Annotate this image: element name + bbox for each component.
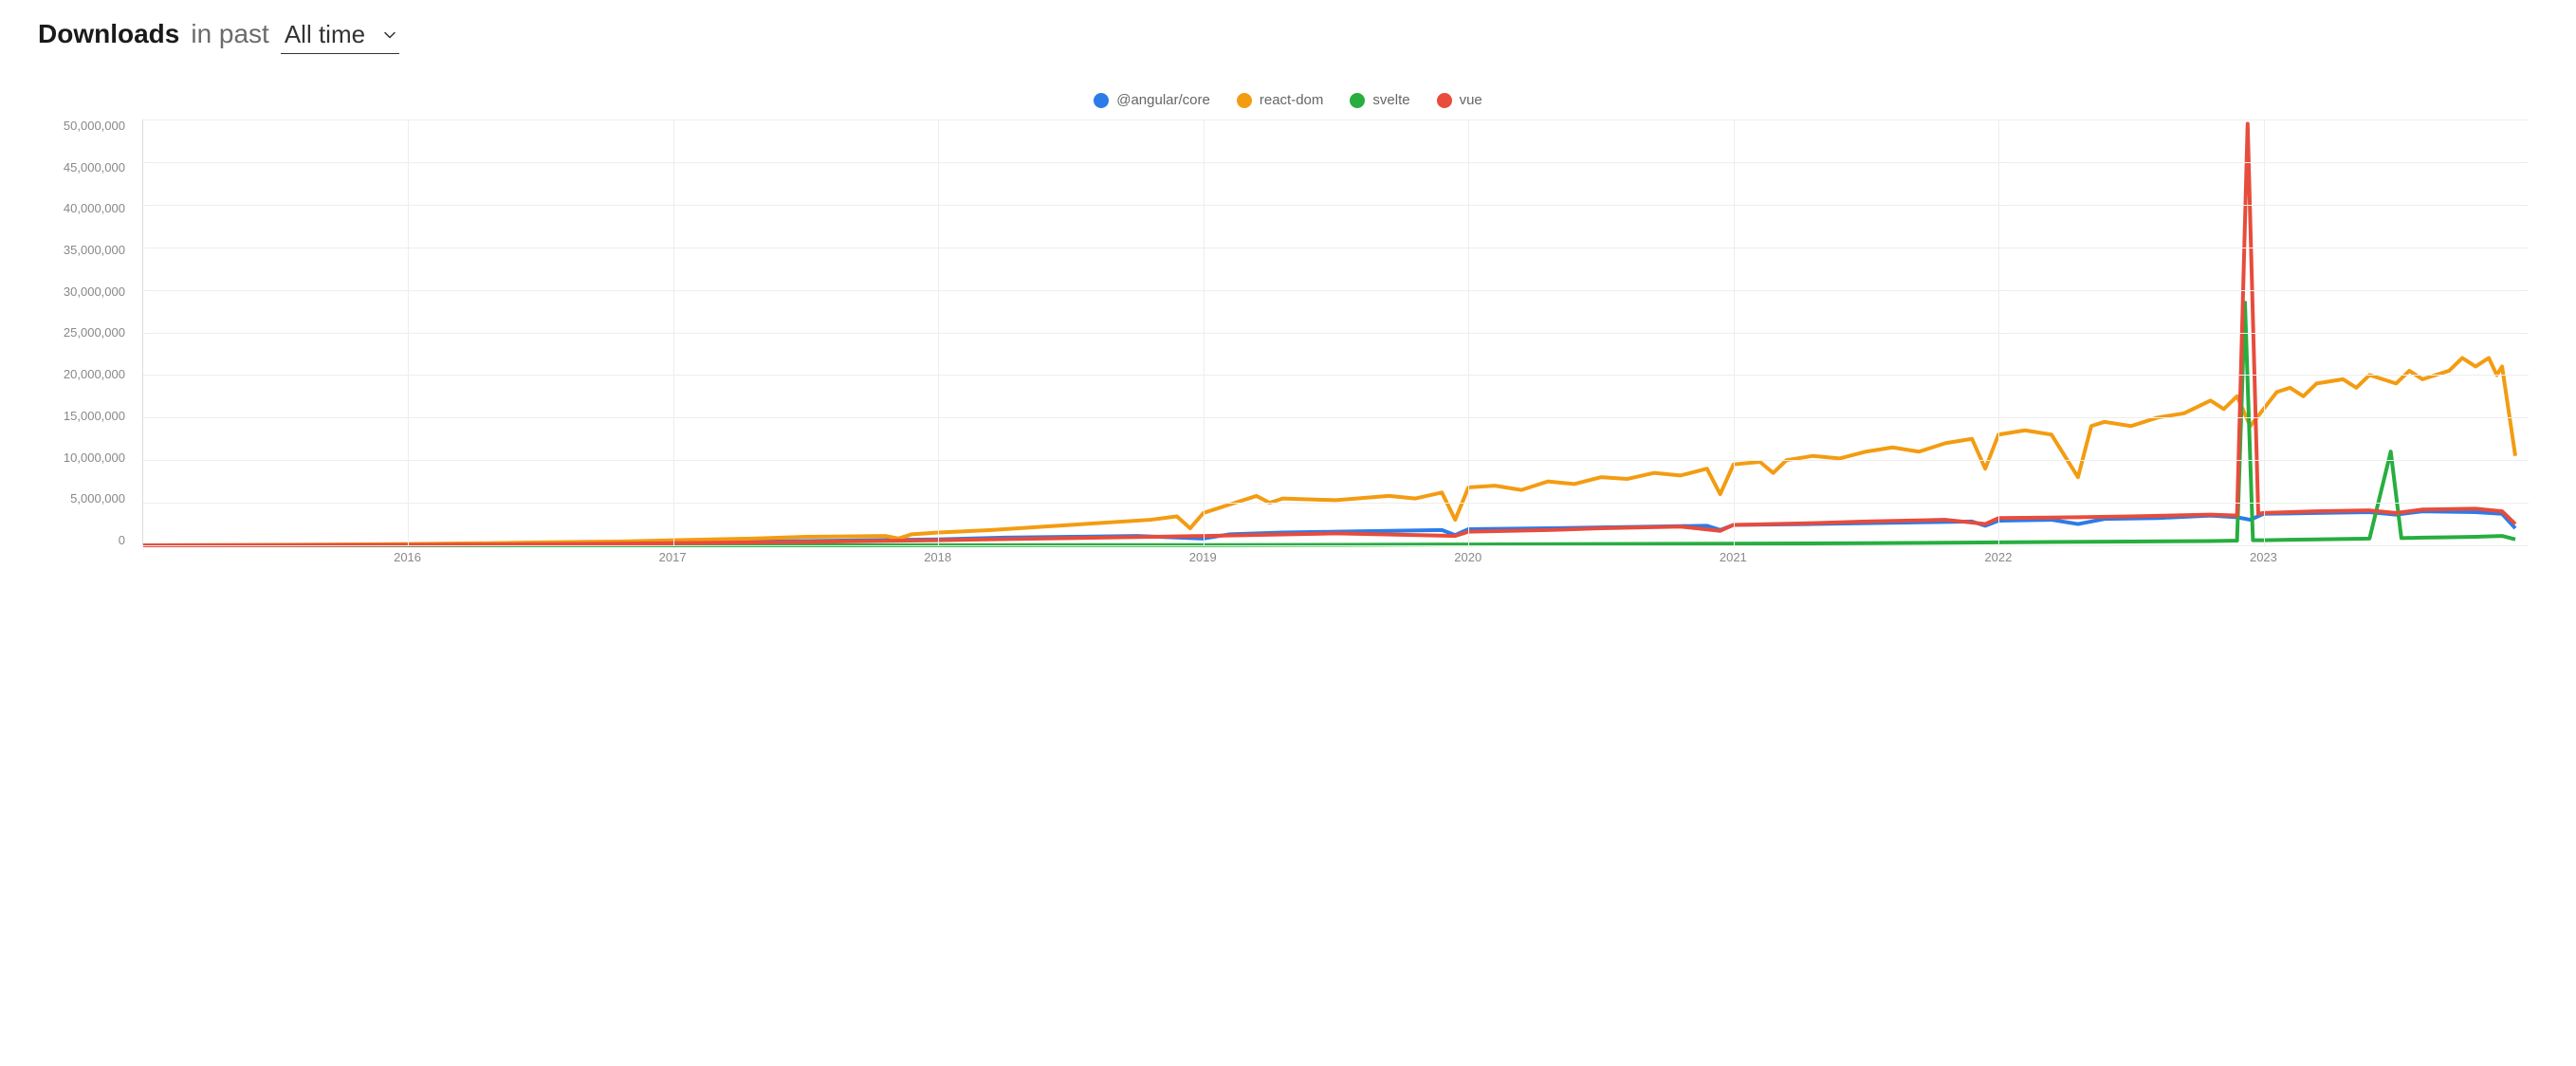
x-tick-label: 2017 <box>659 550 687 564</box>
gridline-horizontal <box>143 545 2529 546</box>
chevron-down-icon <box>384 31 396 39</box>
gridline-horizontal <box>143 290 2529 291</box>
chart-legend: @angular/core react-dom svelte vue <box>38 92 2538 108</box>
gridline-horizontal <box>143 119 2529 120</box>
gridline-horizontal <box>143 375 2529 376</box>
x-tick-label: 2022 <box>1984 550 2012 564</box>
legend-dot-icon <box>1237 93 1252 108</box>
dropdown-value: All time <box>285 20 365 49</box>
title-strong: Downloads <box>38 19 179 49</box>
x-tick-label: 2016 <box>394 550 421 564</box>
y-tick-label: 50,000,000 <box>64 119 125 132</box>
x-tick-label: 2021 <box>1720 550 1747 564</box>
legend-label: @angular/core <box>1116 92 1210 108</box>
legend-dot-icon <box>1437 93 1452 108</box>
legend-label: vue <box>1460 92 1482 108</box>
y-tick-label: 5,000,000 <box>70 492 125 505</box>
series-line-vue[interactable] <box>143 123 2515 545</box>
x-tick-label: 2019 <box>1189 550 1217 564</box>
x-tick-label: 2023 <box>2250 550 2277 564</box>
legend-item-angular[interactable]: @angular/core <box>1094 92 1210 108</box>
y-tick-label: 15,000,000 <box>64 410 125 422</box>
chart-header: Downloads in past All time <box>38 19 2538 54</box>
gridline-horizontal <box>143 333 2529 334</box>
legend-label: svelte <box>1372 92 1409 108</box>
gridline-horizontal <box>143 205 2529 206</box>
legend-item-vue[interactable]: vue <box>1437 92 1482 108</box>
plot-region[interactable] <box>142 119 2529 546</box>
x-tick-label: 2020 <box>1454 550 1481 564</box>
x-axis: 2016 2017 2018 2019 2020 2021 2022 2023 <box>142 550 2529 575</box>
y-tick-label: 35,000,000 <box>64 244 125 256</box>
y-tick-label: 20,000,000 <box>64 368 125 380</box>
series-line-svelte[interactable] <box>143 303 2515 545</box>
legend-item-svelte[interactable]: svelte <box>1350 92 1409 108</box>
legend-label: react-dom <box>1260 92 1324 108</box>
title-sub: in past <box>191 19 269 49</box>
legend-dot-icon <box>1350 93 1365 108</box>
y-tick-label: 45,000,000 <box>64 161 125 174</box>
gridline-horizontal <box>143 460 2529 461</box>
y-tick-label: 30,000,000 <box>64 285 125 298</box>
gridline-horizontal <box>143 162 2529 163</box>
legend-dot-icon <box>1094 93 1109 108</box>
gridline-horizontal <box>143 503 2529 504</box>
y-axis: 50,000,000 45,000,000 40,000,000 35,000,000… <box>38 119 133 546</box>
y-tick-label: 0 <box>119 534 125 546</box>
y-tick-label: 40,000,000 <box>64 202 125 214</box>
x-tick-label: 2018 <box>924 550 951 564</box>
y-tick-label: 10,000,000 <box>64 451 125 464</box>
gridline-horizontal <box>143 417 2529 418</box>
time-range-dropdown[interactable]: All time <box>281 20 399 54</box>
y-tick-label: 25,000,000 <box>64 326 125 339</box>
legend-item-react-dom[interactable]: react-dom <box>1237 92 1324 108</box>
chart-area: 50,000,000 45,000,000 40,000,000 35,000,000… <box>38 119 2538 575</box>
